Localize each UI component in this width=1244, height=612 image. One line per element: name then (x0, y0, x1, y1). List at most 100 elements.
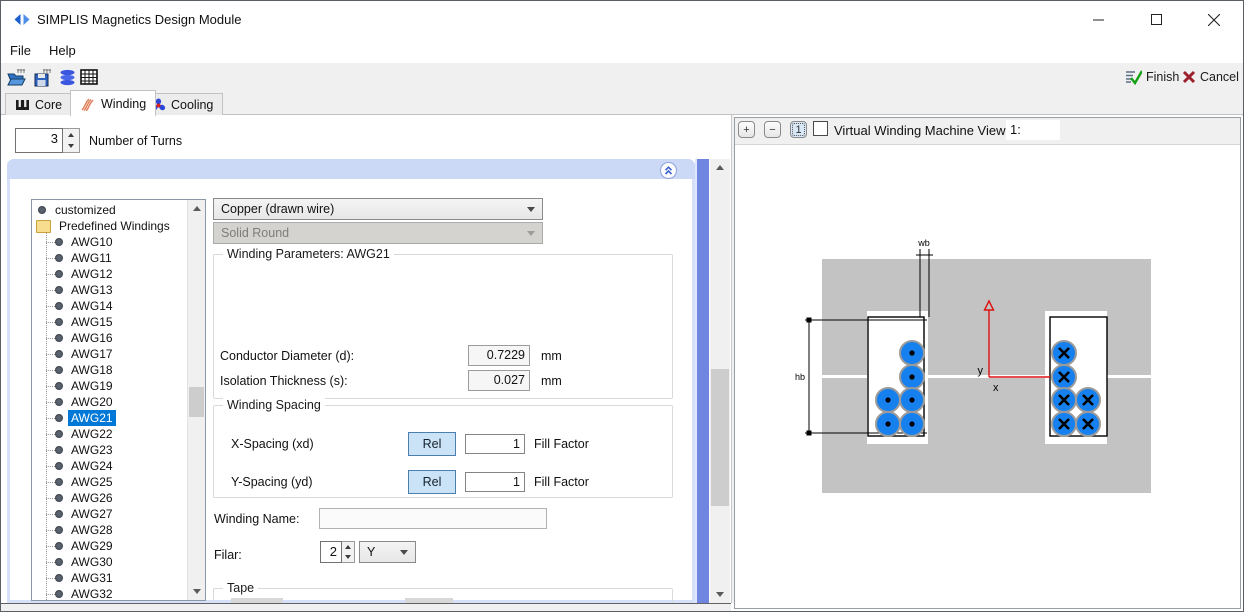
cancel-button[interactable]: Cancel (1182, 67, 1239, 87)
menu-file[interactable]: File (1, 39, 40, 63)
tree-item-awg11[interactable]: AWG11 (32, 250, 188, 266)
tree-item-awg17[interactable]: AWG17 (32, 346, 188, 362)
tree-item-awg27[interactable]: AWG27 (32, 506, 188, 522)
tree-item-awg29[interactable]: AWG29 (32, 538, 188, 554)
step-up-icon[interactable] (342, 542, 354, 552)
cancel-x-icon (1182, 70, 1196, 84)
wire-shape-value: Solid Round (221, 226, 527, 240)
tree-item-predefined-windings[interactable]: Predefined Windings (32, 218, 188, 234)
spreadsheet-button[interactable] (78, 67, 100, 87)
window-title: SIMPLIS Magnetics Design Module (37, 12, 241, 27)
winding-name-label: Winding Name: (214, 512, 299, 526)
dot-icon (55, 414, 63, 422)
tree-item-awg16[interactable]: AWG16 (32, 330, 188, 346)
x-spacing-fill-factor-input[interactable]: 1 (465, 434, 525, 454)
branch-line (46, 418, 55, 419)
dot-icon (55, 398, 63, 406)
finish-button[interactable]: Finish (1125, 67, 1179, 87)
tree-scrollbar-thumb[interactable] (189, 387, 204, 417)
number-of-turns-stepper[interactable] (63, 128, 80, 153)
zoom-in-button[interactable]: + (738, 121, 755, 138)
branch-line (46, 594, 55, 595)
tab-cooling-label: Cooling (171, 98, 213, 112)
left-pane-scrollbar[interactable] (710, 159, 730, 603)
roll-panel-header (7, 159, 695, 179)
step-up-icon[interactable] (63, 129, 79, 141)
panel-scrollbar-accent[interactable] (695, 159, 709, 603)
title-bar: SIMPLIS Magnetics Design Module (1, 1, 1243, 39)
tree-item-awg30[interactable]: AWG30 (32, 554, 188, 570)
winding-spacing-title: Winding Spacing (223, 398, 325, 412)
tree-scrollbar[interactable] (187, 200, 205, 600)
dot-icon (55, 286, 63, 294)
dot-icon (55, 574, 63, 582)
winding-name-input[interactable] (319, 508, 547, 529)
database-button[interactable] (56, 67, 78, 87)
tree-item-awg21[interactable]: AWG21 (32, 410, 188, 426)
tree-item-awg20[interactable]: AWG20 (32, 394, 188, 410)
filar-mode-select[interactable]: Y (359, 541, 416, 563)
filar-count-stepper[interactable] (342, 541, 355, 563)
database-icon (59, 69, 76, 86)
tree-item-awg26[interactable]: AWG26 (32, 490, 188, 506)
isolation-thickness-field[interactable]: 0.027 (468, 370, 530, 391)
tree-item-awg15[interactable]: AWG15 (32, 314, 188, 330)
tree-item-awg14[interactable]: AWG14 (32, 298, 188, 314)
filar-count-input[interactable]: 2 (320, 541, 342, 563)
step-down-icon[interactable] (63, 141, 79, 153)
tree-item-awg22[interactable]: AWG22 (32, 426, 188, 442)
tree-scroll-up-icon[interactable] (188, 200, 205, 217)
open-design-button[interactable] (6, 67, 28, 87)
tree-item-awg23[interactable]: AWG23 (32, 442, 188, 458)
tab-winding[interactable]: Winding (70, 90, 156, 116)
minimize-icon (1093, 14, 1104, 25)
conductor-diameter-label: Conductor Diameter (d): (220, 349, 354, 363)
maximize-button[interactable] (1131, 1, 1181, 38)
x-spacing-rel-button[interactable]: Rel (408, 432, 456, 456)
y-spacing-label: Y-Spacing (yd) (231, 475, 313, 489)
tree-item-awg18[interactable]: AWG18 (32, 362, 188, 378)
tree-item-awg10[interactable]: AWG10 (32, 234, 188, 250)
branch-line (46, 402, 55, 403)
tree-item-awg32[interactable]: AWG32 (32, 586, 188, 601)
save-design-button[interactable] (32, 67, 54, 87)
tree-item-awg12[interactable]: AWG12 (32, 266, 188, 282)
view-option-checkbox[interactable] (813, 121, 828, 136)
tree-item-awg25[interactable]: AWG25 (32, 474, 188, 490)
tree-item-label: AWG12 (68, 266, 116, 282)
dot-icon (55, 462, 63, 470)
tab-core-label: Core (35, 98, 62, 112)
zoom-out-button[interactable]: − (764, 121, 781, 138)
tree-item-customized[interactable]: customized (32, 202, 188, 218)
menu-help[interactable]: Help (40, 39, 85, 63)
tree-item-awg28[interactable]: AWG28 (32, 522, 188, 538)
tree-item-label: AWG19 (68, 378, 116, 394)
dot-icon (55, 558, 63, 566)
tree-scroll-down-icon[interactable] (188, 583, 205, 600)
collapse-panel-button[interactable] (660, 162, 677, 179)
y-spacing-rel-button[interactable]: Rel (408, 470, 456, 494)
minimize-button[interactable] (1073, 1, 1123, 38)
tree-item-awg31[interactable]: AWG31 (32, 570, 188, 586)
branch-line (46, 562, 55, 563)
scroll-down-icon[interactable] (710, 586, 730, 603)
tree-item-awg19[interactable]: AWG19 (32, 378, 188, 394)
close-button[interactable] (1189, 1, 1239, 38)
number-of-turns-label: Number of Turns (89, 134, 182, 148)
branch-line (46, 290, 55, 291)
branch-line (46, 482, 55, 483)
dot-icon (55, 590, 63, 598)
tree-item-awg13[interactable]: AWG13 (32, 282, 188, 298)
y-spacing-fill-factor-input[interactable]: 1 (465, 472, 525, 492)
y-axis-label: y (978, 365, 984, 377)
tab-core[interactable]: Core (5, 93, 72, 115)
number-of-turns-input[interactable]: 3 (15, 128, 63, 153)
tree-item-awg24[interactable]: AWG24 (32, 458, 188, 474)
scrollbar-thumb[interactable] (711, 369, 729, 506)
material-select[interactable]: Copper (drawn wire) (213, 198, 543, 220)
core-icon (15, 99, 30, 111)
zoom-reset-button[interactable]: 1 (790, 121, 807, 138)
conductor-diameter-field[interactable]: 0.7229 (468, 345, 530, 366)
scroll-up-icon[interactable] (710, 159, 730, 176)
step-down-icon[interactable] (342, 552, 354, 562)
